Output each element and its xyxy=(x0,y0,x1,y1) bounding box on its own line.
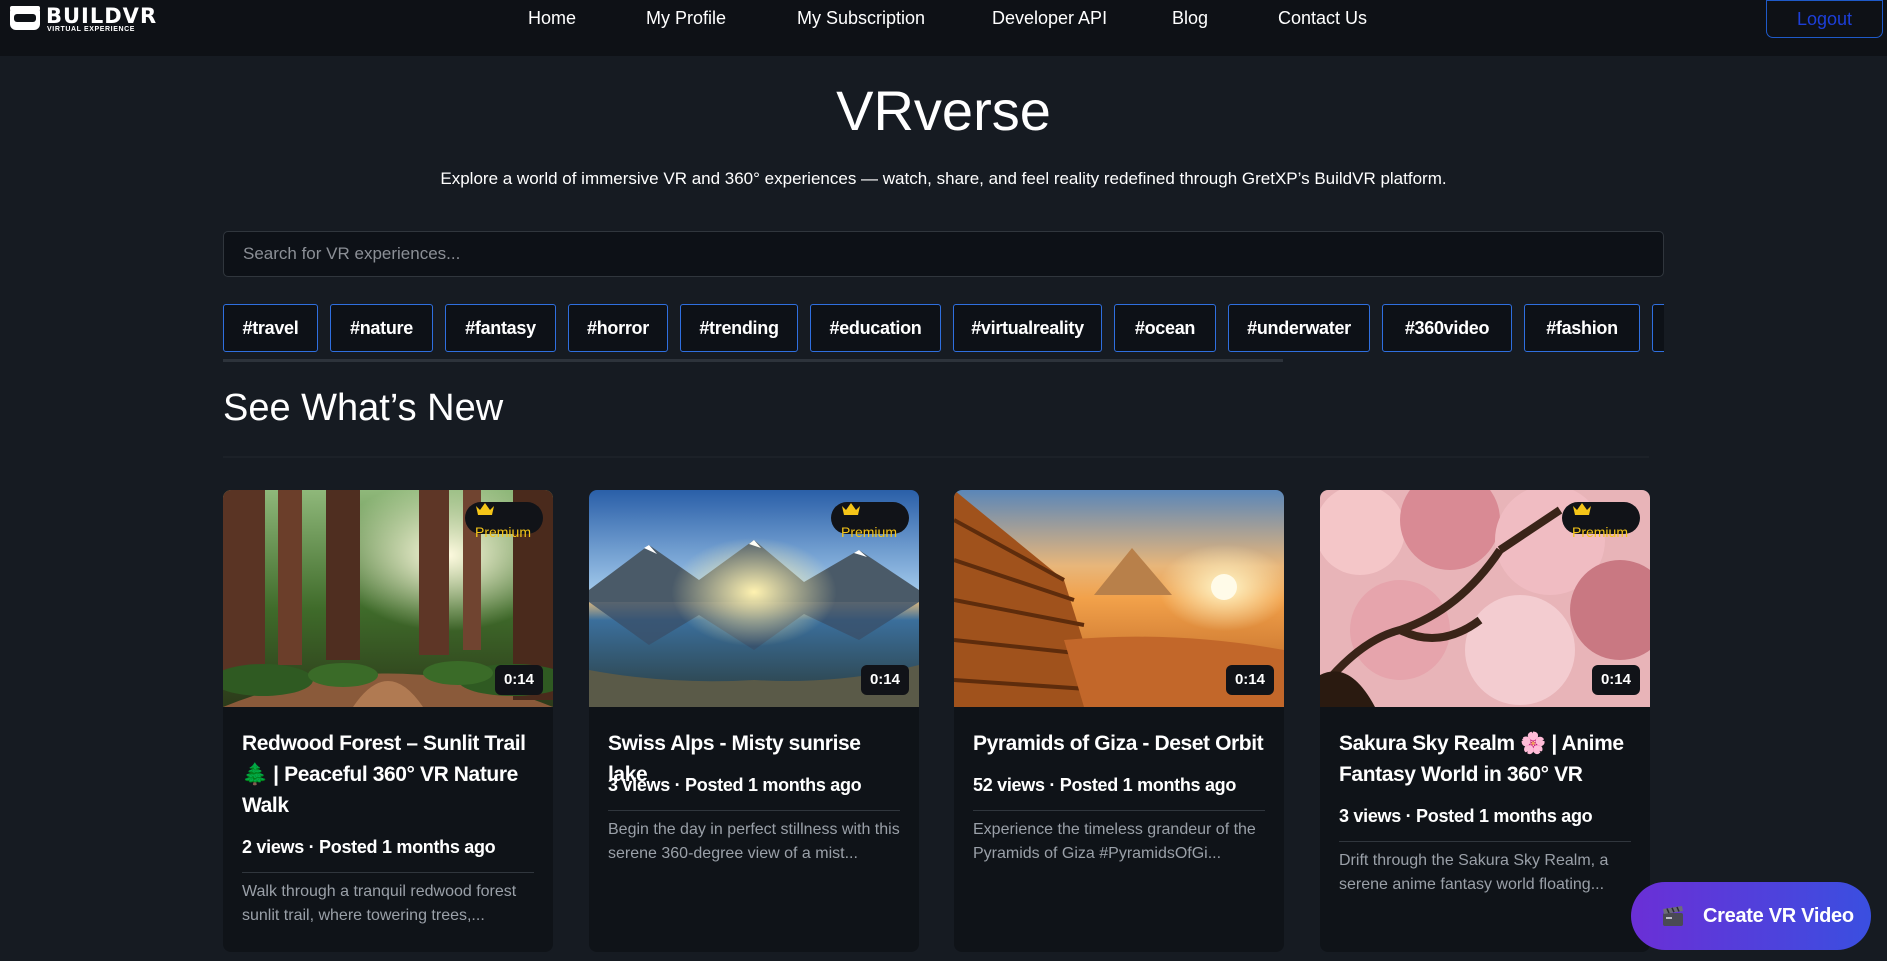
duration-badge: 0:14 xyxy=(494,665,543,695)
video-card[interactable]: Premium 0:14 Sakura Sky Realm 🌸 | Anime … xyxy=(1320,490,1650,952)
video-card[interactable]: Premium 0:14 Redwood Forest – Sunlit Tra… xyxy=(223,490,553,952)
tag-360video[interactable]: #360video xyxy=(1382,304,1512,352)
tag-filter-row: #travel #nature #fantasy #horror #trendi… xyxy=(223,304,1664,353)
buildvr-logo[interactable]: BUILDVR VIRTUAL EXPERIENCE xyxy=(8,2,156,36)
video-meta: 52 views · Posted 1 months ago xyxy=(973,775,1237,795)
video-description: Drift through the Sakura Sky Realm, a se… xyxy=(1339,852,1609,893)
clapperboard-icon xyxy=(1663,906,1683,926)
tag-ocean[interactable]: #ocean xyxy=(1114,304,1216,352)
brand-tagline: VIRTUAL EXPERIENCE xyxy=(47,26,136,33)
nav-my-profile[interactable]: My Profile xyxy=(646,8,726,29)
tag-partial[interactable]: # xyxy=(1652,304,1664,352)
create-vr-video-label: Create VR Video xyxy=(1703,904,1854,927)
nav-home[interactable]: Home xyxy=(528,8,576,29)
card-divider xyxy=(242,872,534,873)
premium-label: Premium xyxy=(474,524,531,540)
video-title[interactable]: Redwood Forest – Sunlit Trail 🌲 | Peacef… xyxy=(242,728,538,821)
card-divider xyxy=(608,810,900,811)
nav-my-subscription[interactable]: My Subscription xyxy=(797,8,925,29)
duration-badge: 0:14 xyxy=(860,665,909,695)
logout-button[interactable]: Logout xyxy=(1766,0,1883,38)
video-meta: 3 views · Posted 1 months ago xyxy=(1339,806,1593,826)
video-meta: 3 views · Posted 1 months ago xyxy=(608,775,862,795)
video-thumbnail[interactable]: Premium 0:14 xyxy=(223,490,553,707)
card-divider xyxy=(1339,841,1631,842)
video-thumbnail[interactable]: Premium 0:14 xyxy=(1320,490,1650,707)
premium-badge: Premium xyxy=(830,502,909,540)
video-title[interactable]: Pyramids of Giza - Deset Orbit xyxy=(973,728,1269,759)
tag-scrollbar[interactable] xyxy=(223,359,1283,362)
duration-badge: 0:14 xyxy=(1225,665,1274,695)
search-input[interactable] xyxy=(223,231,1664,277)
video-meta: 2 views · Posted 1 months ago xyxy=(242,837,496,857)
video-card[interactable]: 0:14 Pyramids of Giza - Deset Orbit 52 v… xyxy=(954,490,1284,952)
tag-horror[interactable]: #horror xyxy=(568,304,668,352)
crown-icon xyxy=(475,503,494,515)
page-title: VRverse xyxy=(836,79,1051,142)
card-divider xyxy=(973,810,1265,811)
tag-trending[interactable]: #trending xyxy=(680,304,798,352)
section-divider xyxy=(223,456,1649,458)
video-title[interactable]: Sakura Sky Realm 🌸 | Anime Fantasy World… xyxy=(1339,728,1635,790)
tag-fantasy[interactable]: #fantasy xyxy=(445,304,556,352)
nav-developer-api[interactable]: Developer API xyxy=(992,8,1107,29)
vr-headset-icon xyxy=(10,6,40,30)
brand-name: BUILDVR xyxy=(46,4,158,28)
top-navbar: BUILDVR VIRTUAL EXPERIENCE Home My Profi… xyxy=(0,0,1887,56)
video-description: Experience the timeless grandeur of the … xyxy=(973,821,1256,862)
create-vr-video-button[interactable]: Create VR Video xyxy=(1631,882,1871,950)
tag-travel[interactable]: #travel xyxy=(223,304,318,352)
tag-fashion[interactable]: #fashion xyxy=(1524,304,1640,352)
duration-badge: 0:14 xyxy=(1591,665,1640,695)
premium-badge: Premium xyxy=(464,502,543,540)
tag-underwater[interactable]: #underwater xyxy=(1228,304,1370,352)
video-description: Walk through a tranquil redwood forest s… xyxy=(242,883,517,924)
crown-icon xyxy=(841,503,860,515)
section-title: See What’s New xyxy=(223,387,504,429)
nav-contact-us[interactable]: Contact Us xyxy=(1278,8,1367,29)
tag-virtualreality[interactable]: #virtualreality xyxy=(953,304,1102,352)
video-thumbnail[interactable]: Premium 0:14 xyxy=(589,490,919,707)
video-description: Begin the day in perfect stillness with … xyxy=(608,821,900,862)
tag-nature[interactable]: #nature xyxy=(330,304,433,352)
tag-education[interactable]: #education xyxy=(810,304,941,352)
video-thumbnail[interactable]: 0:14 xyxy=(954,490,1284,707)
nav-blog[interactable]: Blog xyxy=(1172,8,1208,29)
video-card[interactable]: Premium 0:14 Swiss Alps - Misty sunrise … xyxy=(589,490,919,952)
premium-label: Premium xyxy=(840,524,897,540)
premium-label: Premium xyxy=(1571,524,1628,540)
page-subtitle: Explore a world of immersive VR and 360°… xyxy=(440,169,1447,188)
crown-icon xyxy=(1572,503,1591,515)
premium-badge: Premium xyxy=(1561,502,1640,540)
